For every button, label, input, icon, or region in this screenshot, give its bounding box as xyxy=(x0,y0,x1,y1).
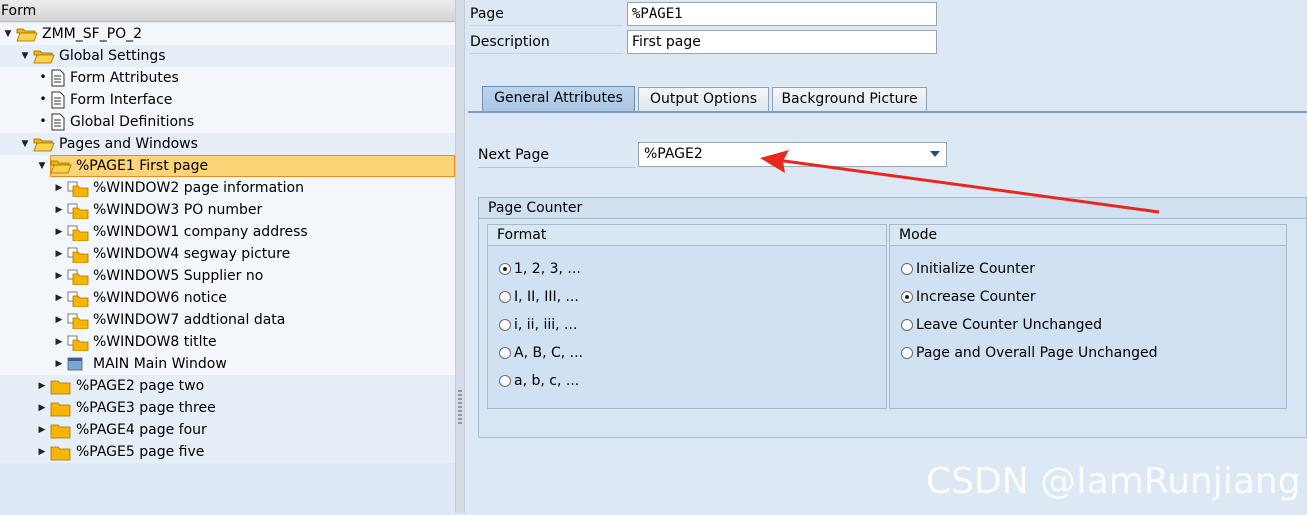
radio-button-icon[interactable] xyxy=(499,263,511,275)
tree-node[interactable]: ▶ %WINDOW8 titlte xyxy=(0,331,455,353)
expand-toggle-icon[interactable]: ▶ xyxy=(53,331,65,353)
expand-toggle-icon[interactable]: ▶ xyxy=(53,177,65,199)
format-option-letters-lower[interactable]: a, b, c, ... xyxy=(499,370,579,392)
radio-button-icon[interactable] xyxy=(901,291,913,303)
radio-button-icon[interactable] xyxy=(499,291,511,303)
collapse-toggle-icon[interactable]: ▼ xyxy=(36,155,48,177)
expand-toggle-icon[interactable]: ▶ xyxy=(53,199,65,221)
description-label: Description xyxy=(470,31,623,54)
mode-option-initialize[interactable]: Initialize Counter xyxy=(901,258,1035,280)
tree-node[interactable]: ▶ %PAGE4 page four xyxy=(0,419,455,441)
radio-button-icon[interactable] xyxy=(499,347,511,359)
tree-node-label: %PAGE4 page four xyxy=(76,422,207,438)
expand-toggle-icon[interactable]: ▶ xyxy=(53,265,65,287)
radio-button-icon[interactable] xyxy=(499,319,511,331)
tree-node-label: Pages and Windows xyxy=(59,136,198,152)
tree-node-label: Global Definitions xyxy=(70,114,195,130)
tree-node-label: Global Settings xyxy=(59,48,166,64)
splitter-grip-icon[interactable] xyxy=(458,390,462,424)
format-title: Format xyxy=(488,225,886,246)
tab-general-attributes[interactable]: General Attributes xyxy=(482,86,635,112)
page-counter-group: Page Counter Format 1, 2, 3, ... I, II, … xyxy=(478,197,1307,438)
tree-node[interactable]: ▼ Pages and Windows xyxy=(0,133,455,155)
leaf-bullet-icon: • xyxy=(39,70,47,84)
radio-button-icon[interactable] xyxy=(901,263,913,275)
tree-header: Form xyxy=(0,0,455,22)
tree-node[interactable]: • Form Attributes xyxy=(0,67,455,89)
tree-node[interactable]: ▶ %WINDOW1 company address xyxy=(0,221,455,243)
page-label: Page xyxy=(470,3,623,26)
next-page-value: %PAGE2 xyxy=(644,146,703,162)
format-option-roman-lower[interactable]: i, ii, iii, ... xyxy=(499,314,577,336)
annotation-arrow-icon xyxy=(760,150,1160,214)
expand-toggle-icon[interactable]: ▶ xyxy=(36,397,48,419)
tab-output-options[interactable]: Output Options xyxy=(638,87,769,111)
tab-background-picture[interactable]: Background Picture xyxy=(772,87,927,111)
tree-node-label: %WINDOW7 addtional data xyxy=(93,312,286,328)
tree-node[interactable]: • Global Definitions xyxy=(0,111,455,133)
tree-node-label: %WINDOW6 notice xyxy=(93,290,227,306)
tree-node[interactable]: ▶ %WINDOW3 PO number xyxy=(0,199,455,221)
pane-splitter[interactable] xyxy=(455,0,465,513)
expand-toggle-icon[interactable]: ▶ xyxy=(53,243,65,265)
form-tree-pane: Form ▼ ZMM_SF_PO_2 ▼ Global Settings • Form A… xyxy=(0,0,455,513)
mode-option-leave-unchanged[interactable]: Leave Counter Unchanged xyxy=(901,314,1102,336)
expand-toggle-icon[interactable]: ▶ xyxy=(36,375,48,397)
tree-node-label: %PAGE2 page two xyxy=(76,378,205,394)
radio-button-icon[interactable] xyxy=(901,347,913,359)
radio-button-icon[interactable] xyxy=(499,375,511,387)
tree-node[interactable]: ▶ MAIN Main Window xyxy=(0,353,455,375)
page-name-field[interactable]: %PAGE1 xyxy=(627,2,937,26)
leaf-bullet-icon: • xyxy=(39,92,47,106)
tree-node-label: %PAGE1 First page xyxy=(76,158,209,174)
tree-node-label: %WINDOW8 titlte xyxy=(93,334,217,350)
collapse-toggle-icon[interactable]: ▼ xyxy=(19,133,31,155)
tree-node[interactable]: ▶ %PAGE3 page three xyxy=(0,397,455,419)
tree-node[interactable]: ▶ %PAGE2 page two xyxy=(0,375,455,397)
mode-title: Mode xyxy=(890,225,1286,246)
expand-toggle-icon[interactable]: ▶ xyxy=(53,287,65,309)
tree-node[interactable]: ▶ %WINDOW2 page information xyxy=(0,177,455,199)
tree-node[interactable]: ▼ %PAGE1 First page xyxy=(0,155,455,177)
next-page-label: Next Page xyxy=(478,143,636,168)
format-group: Format 1, 2, 3, ... I, II, III, ... i, i… xyxy=(487,224,887,409)
tree-node-label: Form Attributes xyxy=(70,70,179,86)
collapse-toggle-icon[interactable]: ▼ xyxy=(19,45,31,67)
tree-node[interactable]: • Form Interface xyxy=(0,89,455,111)
tree-node[interactable]: ▼ Global Settings xyxy=(0,45,455,67)
expand-toggle-icon[interactable]: ▶ xyxy=(53,309,65,331)
tree-node[interactable]: ▶ %WINDOW5 Supplier no xyxy=(0,265,455,287)
mode-option-page-overall-unchanged[interactable]: Page and Overall Page Unchanged xyxy=(901,342,1158,364)
mode-option-increase[interactable]: Increase Counter xyxy=(901,286,1036,308)
tree-node[interactable]: ▶ %WINDOW4 segway picture xyxy=(0,243,455,265)
radio-button-icon[interactable] xyxy=(901,319,913,331)
tree-node-label: %WINDOW4 segway picture xyxy=(93,246,291,262)
tree-node-label: %WINDOW2 page information xyxy=(93,180,304,196)
tree-node-label: %PAGE5 page five xyxy=(76,444,205,460)
tree-node-label: %WINDOW5 Supplier no xyxy=(93,268,264,284)
tree-node[interactable]: ▶ %PAGE5 page five xyxy=(0,441,455,463)
expand-toggle-icon[interactable]: ▶ xyxy=(53,221,65,243)
tree-node-label: %WINDOW1 company address xyxy=(93,224,308,240)
format-option-arabic[interactable]: 1, 2, 3, ... xyxy=(499,258,581,280)
tree-node-label: Form Interface xyxy=(70,92,173,108)
mode-group: Mode Initialize Counter Increase Counter… xyxy=(889,224,1287,409)
tree-node-label: ZMM_SF_PO_2 xyxy=(42,26,143,42)
tree-node[interactable]: ▼ ZMM_SF_PO_2 xyxy=(0,23,455,45)
folder-icon xyxy=(50,445,72,468)
expand-toggle-icon[interactable]: ▶ xyxy=(53,353,65,375)
expand-toggle-icon[interactable]: ▶ xyxy=(36,441,48,463)
collapse-toggle-icon[interactable]: ▼ xyxy=(2,23,14,45)
watermark: CSDN @IamRunjiang xyxy=(926,461,1301,502)
format-option-letters-upper[interactable]: A, B, C, ... xyxy=(499,342,583,364)
tree-node-label: %WINDOW3 PO number xyxy=(93,202,263,218)
tree-node[interactable]: ▶ %WINDOW7 addtional data xyxy=(0,309,455,331)
tree-node[interactable]: ▶ %WINDOW6 notice xyxy=(0,287,455,309)
description-field[interactable]: First page xyxy=(627,30,937,54)
format-option-roman-upper[interactable]: I, II, III, ... xyxy=(499,286,579,308)
expand-toggle-icon[interactable]: ▶ xyxy=(36,419,48,441)
leaf-bullet-icon: • xyxy=(39,114,47,128)
tree-node-label: %PAGE3 page three xyxy=(76,400,216,416)
tree-node-label: MAIN Main Window xyxy=(93,356,227,372)
